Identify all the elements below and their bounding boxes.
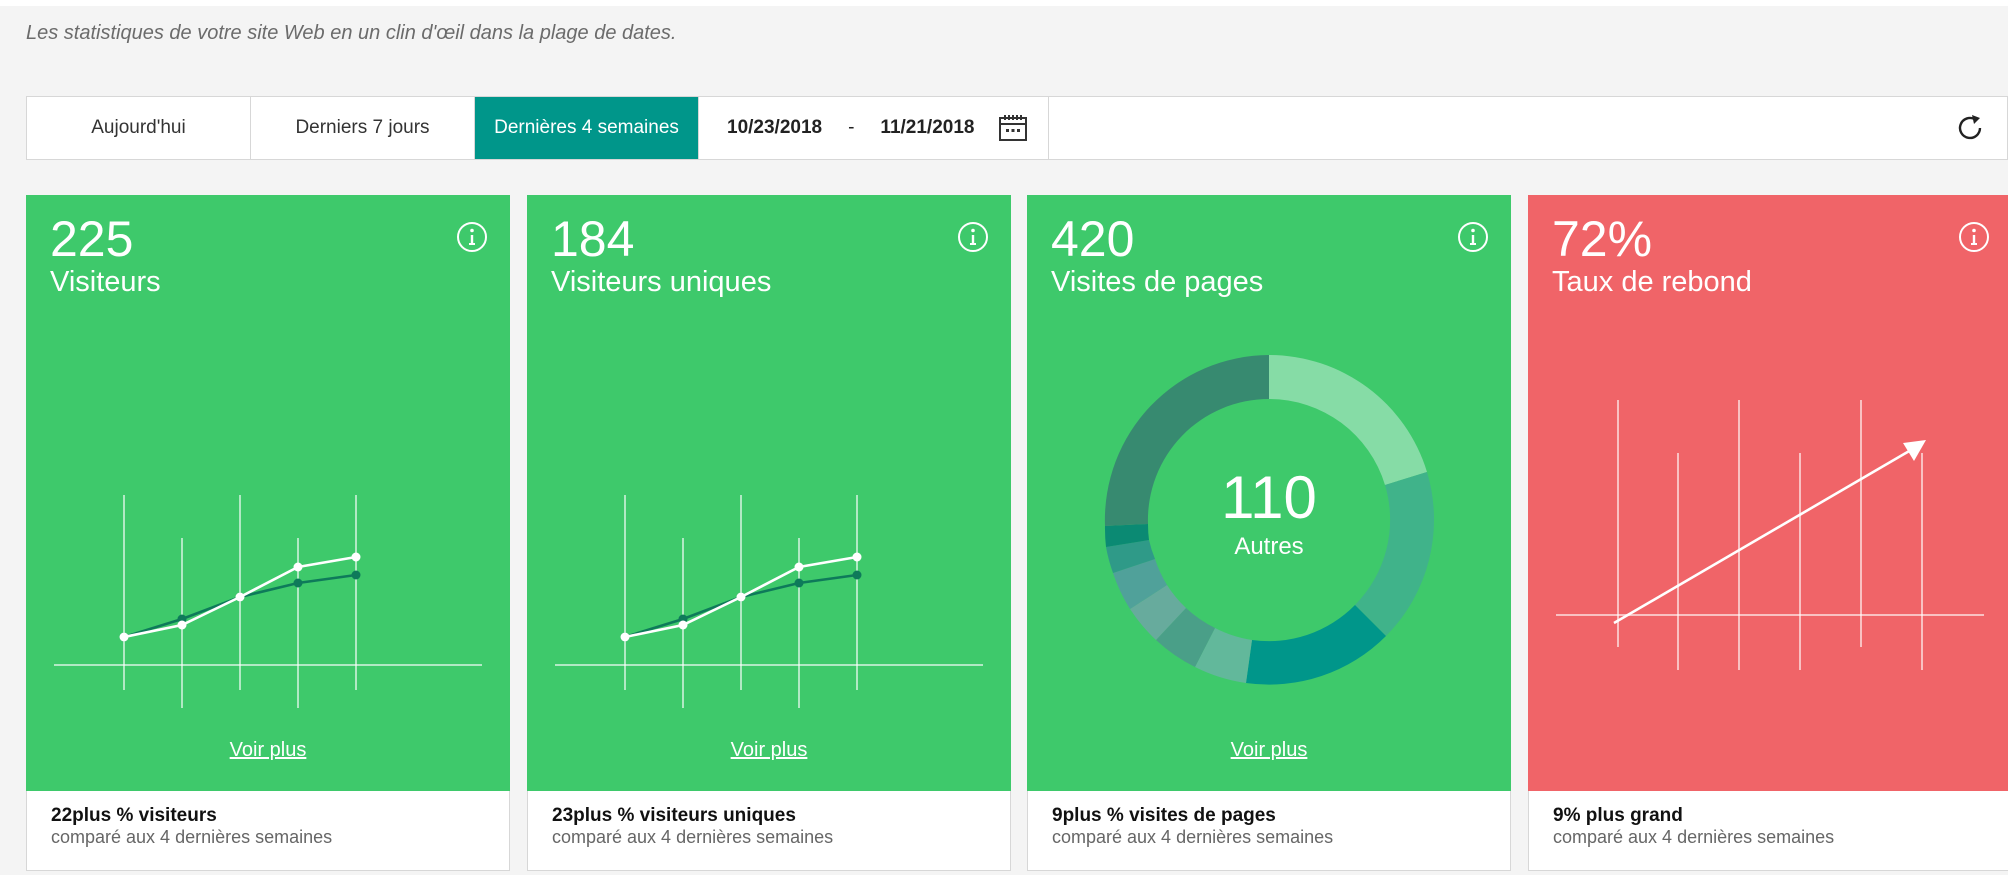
- card-footer: 9plus % visites de pages comparé aux 4 d…: [1027, 791, 1511, 871]
- unique-visitors-card: 184 Visiteurs uniques Voir plus 23plus %…: [527, 195, 1011, 871]
- date-range-picker: 10/23/2018 - 11/21/2018: [699, 97, 1049, 159]
- metric-label: Visiteurs uniques: [551, 266, 772, 298]
- footer-change: 22plus % visiteurs: [51, 805, 217, 826]
- card-footer: 9% plus grand comparé aux 4 dernières se…: [1528, 791, 2008, 871]
- see-more-link[interactable]: Voir plus: [26, 739, 510, 762]
- light-series-point: [235, 592, 245, 602]
- footer-change: 9plus % visites de pages: [1052, 805, 1276, 826]
- dark-series-point: [794, 578, 804, 588]
- date-separator: -: [848, 117, 855, 138]
- donut-center-label: Autres: [1234, 533, 1304, 560]
- visitors-card: 225 Visiteurs Voir plus 22plus % visiteu…: [26, 195, 510, 871]
- visitors-panel: 225 Visiteurs Voir plus: [26, 195, 510, 791]
- light-series-point: [293, 562, 303, 572]
- trend-arrow-illustration: [1556, 400, 1984, 670]
- dark-series-point: [351, 570, 361, 580]
- range-4-weeks-button[interactable]: Dernières 4 semaines: [475, 97, 699, 159]
- footer-change: 9% plus grand: [1553, 805, 1683, 826]
- metric-value: 225: [50, 211, 134, 267]
- light-series-point: [620, 632, 630, 642]
- card-footer: 23plus % visiteurs uniques comparé aux 4…: [527, 791, 1011, 871]
- footer-compare: comparé aux 4 dernières semaines: [1052, 827, 1334, 847]
- date-range-toolbar: Aujourd'hui Derniers 7 jours Dernières 4…: [26, 96, 2008, 160]
- light-series-point: [177, 620, 187, 630]
- light-series-point: [119, 632, 129, 642]
- footer-compare: comparé aux 4 dernières semaines: [552, 827, 834, 847]
- light-series-point: [736, 592, 746, 602]
- line-chart-illustration: [555, 495, 983, 708]
- footer-compare: comparé aux 4 dernières semaines: [51, 827, 333, 847]
- footer-change: 23plus % visiteurs uniques: [552, 805, 796, 826]
- bounce-rate-panel: 72% Taux de rebond: [1528, 195, 2008, 791]
- range-today-button[interactable]: Aujourd'hui: [27, 97, 251, 159]
- line-chart-illustration: [54, 495, 482, 708]
- metric-value: 184: [551, 211, 635, 267]
- light-series-point: [794, 562, 804, 572]
- page-views-card: 420 Visites de pages 110 Autres Voir plu…: [1027, 195, 1511, 871]
- unique-visitors-panel: 184 Visiteurs uniques Voir plus: [527, 195, 1011, 791]
- info-icon[interactable]: [957, 221, 989, 253]
- see-more-link[interactable]: Voir plus: [527, 739, 1011, 762]
- light-series-point: [678, 620, 688, 630]
- bounce-rate-card: 72% Taux de rebond 9% plus grand comparé…: [1528, 195, 2008, 871]
- refresh-icon[interactable]: [1933, 97, 2007, 159]
- info-icon[interactable]: [456, 221, 488, 253]
- card-footer: 22plus % visiteurs comparé aux 4 dernièr…: [26, 791, 510, 871]
- footer-compare: comparé aux 4 dernières semaines: [1553, 827, 1835, 847]
- date-from-field[interactable]: 10/23/2018: [727, 117, 822, 139]
- light-series-point: [351, 552, 361, 562]
- page-subtitle: Les statistiques de votre site Web en un…: [26, 22, 677, 44]
- light-series-point: [852, 552, 862, 562]
- date-to-field[interactable]: 11/21/2018: [880, 117, 974, 139]
- dark-series-point: [852, 570, 862, 580]
- top-strip: [0, 0, 2008, 6]
- metric-label: Visiteurs: [50, 266, 161, 298]
- donut-center-value: 110: [1221, 464, 1317, 531]
- calendar-icon[interactable]: [998, 113, 1028, 143]
- see-more-link[interactable]: Voir plus: [1027, 739, 1511, 762]
- dark-series-point: [293, 578, 303, 588]
- page-views-panel: 420 Visites de pages 110 Autres Voir plu…: [1027, 195, 1511, 791]
- range-7-days-button[interactable]: Derniers 7 jours: [251, 97, 475, 159]
